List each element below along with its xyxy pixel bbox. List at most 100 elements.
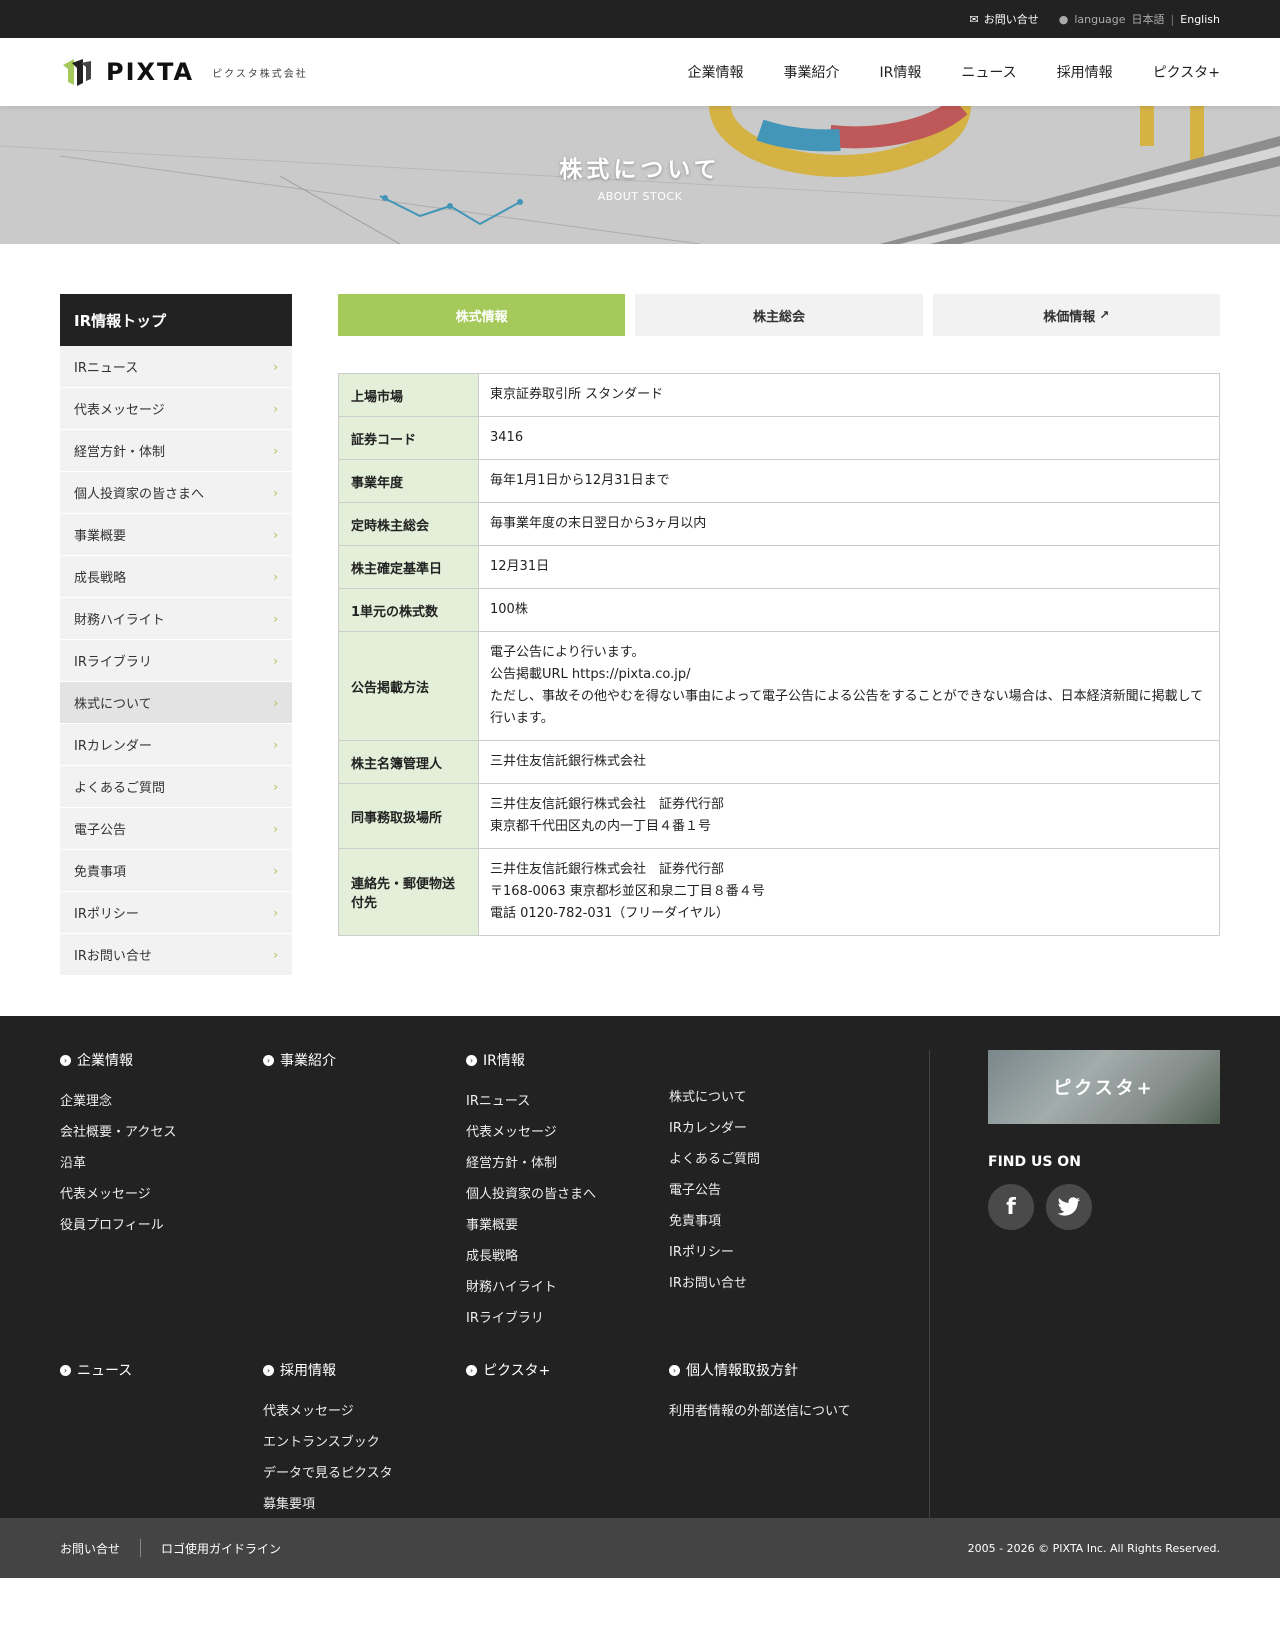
footer-link[interactable]: 沿革: [60, 1146, 263, 1177]
bottom-links: お問い合せ ロゴ使用ガイドライン: [60, 1539, 281, 1557]
footer-link[interactable]: 成長戦略: [466, 1239, 669, 1270]
row-value-line: 三井住友信託銀行株式会社 証券代行部: [490, 797, 725, 812]
footer-link[interactable]: 経営方針・体制: [466, 1146, 669, 1177]
chevron-circle-icon: ›: [60, 1054, 71, 1066]
hero-title-group: 株式について ABOUT STOCK: [0, 150, 1280, 203]
nav-business[interactable]: 事業紹介: [784, 62, 840, 82]
footer-link[interactable]: IRライブラリ: [466, 1301, 669, 1332]
sidebar-item-label: 経営方針・体制: [74, 445, 166, 460]
chevron-right-icon: ›: [273, 569, 278, 584]
footer-link[interactable]: 会社概要・アクセス: [60, 1115, 263, 1146]
find-us-label: FIND US ON: [988, 1154, 1081, 1170]
footer-heading[interactable]: › ニュース: [60, 1360, 263, 1380]
footer-link[interactable]: 代表メッセージ: [263, 1394, 466, 1425]
pixta-logo-icon: [63, 59, 91, 86]
sidebar-item[interactable]: IRニュース ›: [60, 346, 292, 388]
nav-news[interactable]: ニュース: [961, 62, 1016, 82]
footer-link[interactable]: 代表メッセージ: [466, 1115, 669, 1146]
language-switcher: ● language 日本語 | English: [1059, 11, 1220, 27]
footer-link[interactable]: 個人投資家の皆さまへ: [466, 1177, 669, 1208]
footer-link[interactable]: データで見るピクスタ: [263, 1456, 466, 1487]
pixtaplus-banner[interactable]: ピクスタ+: [988, 1050, 1220, 1124]
bottom-bar: お問い合せ ロゴ使用ガイドライン 2005 - 2026 © PIXTA Inc…: [0, 1518, 1280, 1578]
footer-link[interactable]: 事業概要: [466, 1208, 669, 1239]
footer-row-2: › ニュース › 採用情報代表メッセージ エントランスブック データで見るピクスタ 募集要項…: [60, 1360, 1220, 1518]
tab-stock-info[interactable]: 株式情報: [338, 294, 626, 336]
footer-link[interactable]: IRカレンダー: [669, 1111, 872, 1142]
footer-link[interactable]: IRお問い合せ: [669, 1266, 872, 1297]
sidebar-item[interactable]: 個人投資家の皆さまへ ›: [60, 472, 292, 514]
table-row: 定時株主総会 毎事業年度の末日翌日から3ヶ月以内: [338, 502, 1220, 546]
sidebar-item[interactable]: IRポリシー ›: [60, 892, 292, 934]
table-row: 公告掲載方法 電子公告により行います。 公告掲載URL https://pixta.…: [338, 631, 1220, 741]
footer-heading[interactable]: › IR情報: [466, 1050, 669, 1070]
footer-heading[interactable]: › 企業情報: [60, 1050, 263, 1070]
row-value: 毎事業年度の末日翌日から3ヶ月以内: [478, 502, 1220, 546]
nav-pixtaplus[interactable]: ピクスタ+: [1153, 62, 1220, 82]
facebook-icon[interactable]: f: [988, 1184, 1034, 1230]
contact-link[interactable]: ✉ お問い合せ: [970, 11, 1039, 27]
table-row: 1単元の株式数 100株: [338, 588, 1220, 632]
footer-heading[interactable]: › 個人情報取扱方針: [669, 1360, 872, 1380]
main-content: 株式情報 株主総会 株価情報 ↗ 上場市場 東京証券取引所 スタンダード 証券コード…: [338, 294, 1220, 976]
lang-ja-link[interactable]: 日本語: [1132, 11, 1165, 27]
sidebar-item-label: IRお問い合せ: [74, 949, 152, 964]
social-links: f: [988, 1184, 1220, 1230]
sidebar-item[interactable]: 経営方針・体制 ›: [60, 430, 292, 472]
sidebar-item[interactable]: 成長戦略 ›: [60, 556, 292, 598]
sidebar-item[interactable]: IRライブラリ ›: [60, 640, 292, 682]
footer-link[interactable]: 株式について: [669, 1080, 872, 1111]
page-title: 株式について: [559, 157, 721, 183]
footer-link[interactable]: 代表メッセージ: [60, 1177, 263, 1208]
nav-recruit[interactable]: 採用情報: [1057, 62, 1113, 82]
footer-link[interactable]: IRポリシー: [669, 1235, 872, 1266]
footer-link[interactable]: 免責事項: [669, 1204, 872, 1235]
footer-link[interactable]: 役員プロフィール: [60, 1208, 263, 1239]
footer-heading[interactable]: › 採用情報: [263, 1360, 466, 1380]
footer-link[interactable]: よくあるご質問: [669, 1142, 872, 1173]
row-value: 12月31日: [478, 545, 1220, 589]
footer-column: › IR情報 IRニュース 代表メッセージ 経営方針・体制 個人投資家の皆さまへ 事業概要成…: [466, 1050, 669, 1332]
sidebar-title[interactable]: IR情報トップ: [60, 294, 292, 346]
bottom-contact-link[interactable]: お問い合せ: [60, 1540, 120, 1557]
sidebar-item[interactable]: IRお問い合せ ›: [60, 934, 292, 976]
logo-guideline-link[interactable]: ロゴ使用ガイドライン: [161, 1540, 281, 1557]
sidebar-item[interactable]: 財務ハイライト ›: [60, 598, 292, 640]
row-value-line: 東京証券取引所 スタンダード: [490, 387, 664, 402]
lang-en-link[interactable]: English: [1180, 13, 1220, 26]
chevron-right-icon: ›: [273, 905, 278, 920]
brand-logo[interactable]: PIXTA ピクスタ株式会社: [60, 55, 308, 89]
nav-ir[interactable]: IR情報: [880, 62, 922, 82]
nav-company[interactable]: 企業情報: [688, 62, 744, 82]
sidebar-item[interactable]: 免責事項 ›: [60, 850, 292, 892]
twitter-icon[interactable]: [1046, 1184, 1092, 1230]
row-value-line: 毎年1月1日から12月31日まで: [490, 473, 670, 488]
footer-heading-label: 事業紹介: [280, 1053, 336, 1069]
footer-link[interactable]: 利用者情報の外部送信について: [669, 1394, 872, 1425]
utility-bar: ✉ お問い合せ ● language 日本語 | English: [0, 0, 1280, 38]
sidebar-item[interactable]: 代表メッセージ ›: [60, 388, 292, 430]
footer-link[interactable]: エントランスブック: [263, 1425, 466, 1456]
footer-column: › 個人情報取扱方針利用者情報の外部送信について: [669, 1360, 872, 1518]
footer-link[interactable]: 財務ハイライト: [466, 1270, 669, 1301]
chevron-right-icon: ›: [273, 443, 278, 458]
tab-label: 株主総会: [752, 309, 805, 325]
row-label: 1単元の株式数: [338, 588, 479, 632]
sidebar-item[interactable]: よくあるご質問 ›: [60, 766, 292, 808]
chevron-right-icon: ›: [273, 611, 278, 626]
footer-heading[interactable]: › 事業紹介: [263, 1050, 466, 1070]
sidebar-item[interactable]: 株式について ›: [60, 682, 292, 724]
sidebar-item[interactable]: 電子公告 ›: [60, 808, 292, 850]
tab-shareholders-meeting[interactable]: 株主総会: [635, 294, 923, 336]
footer-heading[interactable]: › ピクスタ+: [466, 1360, 669, 1380]
tab-stock-price[interactable]: 株価情報 ↗: [932, 294, 1220, 336]
footer-link[interactable]: 募集要項: [263, 1487, 466, 1518]
footer-link[interactable]: 企業理念: [60, 1084, 263, 1115]
sidebar-item-label: 事業概要: [74, 529, 127, 544]
sidebar-item[interactable]: 事業概要 ›: [60, 514, 292, 556]
chevron-circle-icon: ›: [466, 1364, 477, 1376]
chevron-right-icon: ›: [273, 359, 278, 374]
sidebar-item[interactable]: IRカレンダー ›: [60, 724, 292, 766]
footer-link[interactable]: 電子公告: [669, 1173, 872, 1204]
footer-link[interactable]: IRニュース: [466, 1084, 669, 1115]
